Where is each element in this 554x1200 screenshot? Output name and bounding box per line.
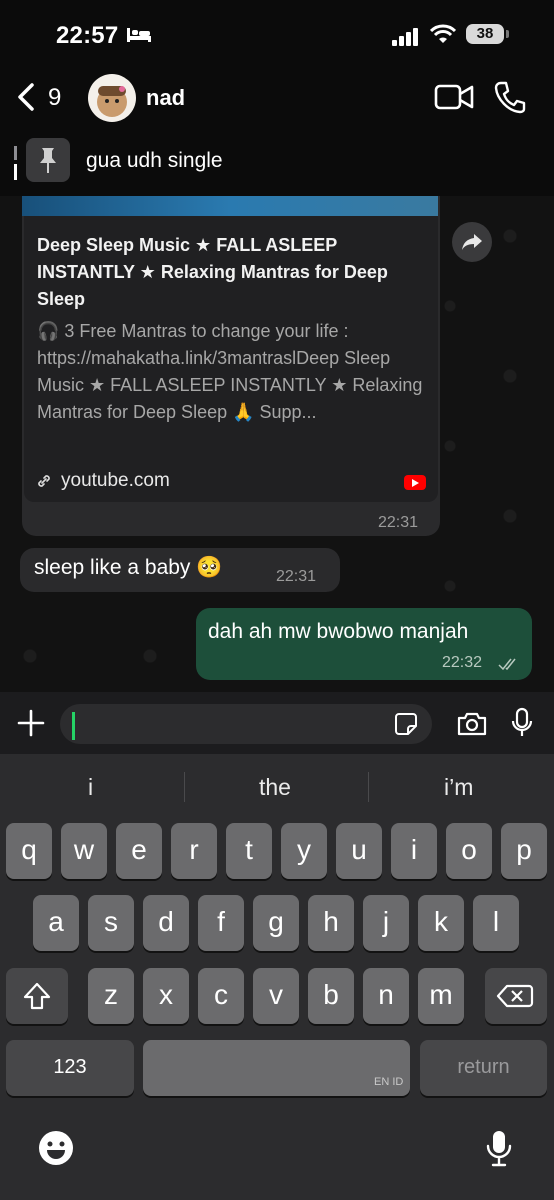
key-z[interactable]: z bbox=[88, 968, 134, 1024]
return-key[interactable]: return bbox=[420, 1040, 547, 1096]
double-check-icon bbox=[498, 658, 516, 670]
key-q[interactable]: q bbox=[6, 823, 52, 879]
key-u[interactable]: u bbox=[336, 823, 382, 879]
pinned-message-text[interactable]: gua udh single bbox=[86, 149, 223, 173]
suggestion-divider bbox=[368, 772, 369, 802]
avatar[interactable] bbox=[88, 74, 136, 122]
key-w[interactable]: w bbox=[61, 823, 107, 879]
key-k[interactable]: k bbox=[418, 895, 464, 951]
pin-icon bbox=[40, 148, 56, 173]
incoming-message-time: 22:31 bbox=[276, 568, 317, 585]
battery-tip bbox=[506, 30, 509, 38]
key-e[interactable]: e bbox=[116, 823, 162, 879]
suggestion-divider bbox=[184, 772, 185, 802]
suggestion-3[interactable]: i’m bbox=[444, 774, 473, 801]
unread-count[interactable]: 9 bbox=[48, 84, 61, 112]
sticker-icon[interactable] bbox=[394, 712, 418, 736]
suggestion-2[interactable]: the bbox=[259, 774, 291, 801]
contact-name[interactable]: nad bbox=[146, 85, 185, 111]
key-r[interactable]: r bbox=[171, 823, 217, 879]
numbers-key[interactable]: 123 bbox=[6, 1040, 134, 1096]
backspace-icon bbox=[496, 984, 534, 1008]
key-m[interactable]: m bbox=[418, 968, 464, 1024]
key-o[interactable]: o bbox=[446, 823, 492, 879]
voice-call-icon[interactable] bbox=[494, 80, 526, 114]
incoming-message-text: sleep like a baby 🥺 bbox=[34, 556, 223, 579]
key-c[interactable]: c bbox=[198, 968, 244, 1024]
sleep-mode-icon bbox=[127, 28, 151, 42]
key-a[interactable]: a bbox=[33, 895, 79, 951]
key-j[interactable]: j bbox=[363, 895, 409, 951]
outgoing-message-time: 22:32 bbox=[442, 654, 483, 671]
key-d[interactable]: d bbox=[143, 895, 189, 951]
battery-indicator: 38 bbox=[466, 24, 504, 44]
microphone-icon[interactable] bbox=[510, 707, 534, 739]
link-icon bbox=[38, 475, 50, 487]
camera-icon[interactable] bbox=[456, 711, 488, 737]
wifi-icon bbox=[430, 24, 456, 43]
back-chevron-icon[interactable] bbox=[14, 82, 38, 112]
pinned-message-thumbnail[interactable] bbox=[26, 138, 70, 182]
key-f[interactable]: f bbox=[198, 895, 244, 951]
link-domain[interactable]: youtube.com bbox=[61, 470, 170, 492]
message-input[interactable] bbox=[60, 704, 432, 744]
key-p[interactable]: p bbox=[501, 823, 547, 879]
shift-key[interactable] bbox=[6, 968, 68, 1024]
key-v[interactable]: v bbox=[253, 968, 299, 1024]
forward-arrow-icon bbox=[462, 234, 482, 250]
text-caret bbox=[72, 712, 75, 740]
emoji-keyboard-icon[interactable] bbox=[38, 1130, 74, 1166]
key-y[interactable]: y bbox=[281, 823, 327, 879]
outgoing-message-text: dah ah mw bwobwo manjah bbox=[208, 620, 469, 643]
link-description[interactable]: 🎧 3 Free Mantras to change your life : h… bbox=[37, 318, 432, 426]
key-x[interactable]: x bbox=[143, 968, 189, 1024]
dictation-mic-icon[interactable] bbox=[484, 1128, 514, 1168]
youtube-logo-icon bbox=[404, 475, 426, 490]
key-i[interactable]: i bbox=[391, 823, 437, 879]
video-call-icon[interactable] bbox=[434, 82, 474, 112]
space-bar[interactable] bbox=[143, 1040, 410, 1096]
key-h[interactable]: h bbox=[308, 895, 354, 951]
shift-arrow-icon bbox=[23, 982, 51, 1010]
link-title[interactable]: Deep Sleep Music ★ FALL ASLEEP INSTANTLY… bbox=[37, 232, 397, 313]
link-thumbnail[interactable] bbox=[22, 196, 438, 216]
key-s[interactable]: s bbox=[88, 895, 134, 951]
key-t[interactable]: t bbox=[226, 823, 272, 879]
message-timestamp: 22:31 bbox=[378, 514, 419, 531]
key-g[interactable]: g bbox=[253, 895, 299, 951]
attach-plus-icon[interactable] bbox=[16, 708, 46, 738]
keyboard-language: EN ID bbox=[374, 1076, 404, 1088]
cellular-signal-icon bbox=[392, 28, 418, 46]
key-l[interactable]: l bbox=[473, 895, 519, 951]
pinned-indicator-bar bbox=[14, 146, 17, 180]
key-n[interactable]: n bbox=[363, 968, 409, 1024]
status-time: 22:57 bbox=[56, 22, 119, 49]
suggestion-1[interactable]: i bbox=[88, 774, 93, 801]
forward-button[interactable] bbox=[452, 222, 492, 262]
key-b[interactable]: b bbox=[308, 968, 354, 1024]
avatar-face-icon bbox=[97, 86, 127, 117]
message-list[interactable]: Deep Sleep Music ★ FALL ASLEEP INSTANTLY… bbox=[0, 196, 554, 692]
backspace-key[interactable] bbox=[485, 968, 547, 1024]
